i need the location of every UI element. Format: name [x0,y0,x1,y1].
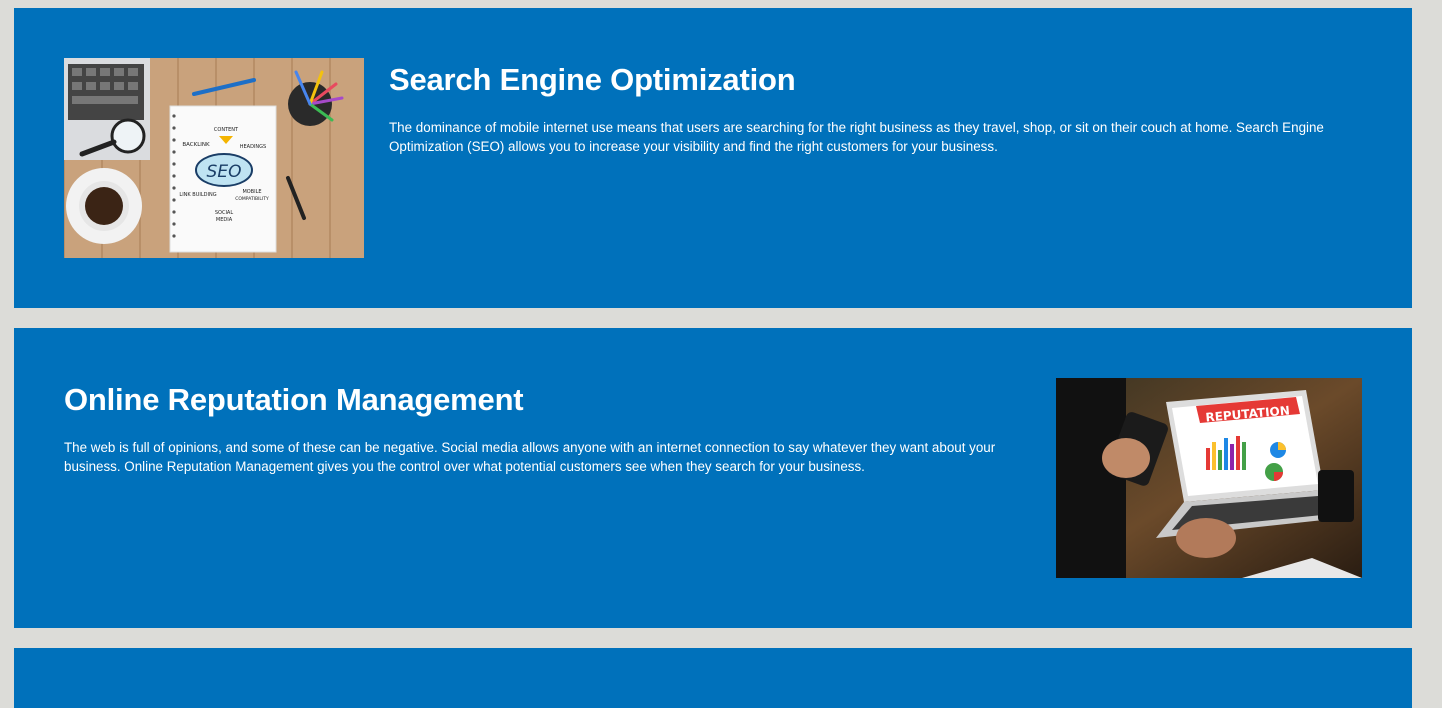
seo-label: SEO [207,162,242,182]
orm-section: Online Reputation Management The web is … [14,328,1412,628]
orm-description: The web is full of opinions, and some of… [64,440,996,474]
svg-text:MEDIA: MEDIA [216,217,233,223]
svg-text:BACKLINK: BACKLINK [182,142,210,148]
reputation-image: REPUTATION [1056,378,1362,578]
svg-text:SOCIAL: SOCIAL [215,210,233,216]
seo-image: SEO CONTENT BACKLINK HEADINGS LINK BUILD… [64,58,364,258]
seo-text-block: Search Engine Optimization The dominance… [389,60,1364,156]
svg-text:LINK BUILDING: LINK BUILDING [179,192,216,198]
svg-text:MOBILE: MOBILE [242,189,261,195]
seo-description: The dominance of mobile internet use mea… [389,120,1324,154]
orm-text-block: Online Reputation Management The web is … [64,380,1024,476]
orm-heading: Online Reputation Management [64,382,524,417]
seo-heading: Search Engine Optimization [389,62,796,97]
svg-text:COMPATIBILITY: COMPATIBILITY [235,196,269,202]
svg-text:CONTENT: CONTENT [214,127,239,133]
svg-text:HEADINGS: HEADINGS [240,144,266,150]
seo-section: SEO CONTENT BACKLINK HEADINGS LINK BUILD… [14,8,1412,308]
next-section [14,648,1412,708]
